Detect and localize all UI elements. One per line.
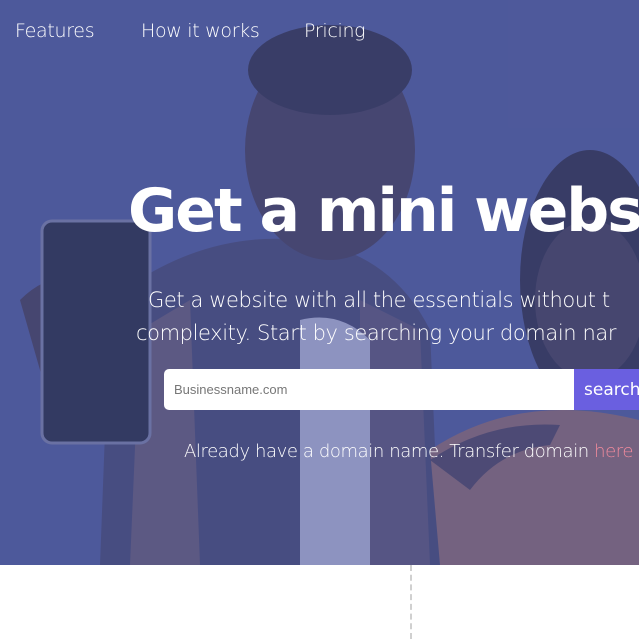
hero-subtitle: Get a website with all the essentials wi…: [136, 284, 616, 350]
hero-subtitle-line-2: complexity. Start by searching your doma…: [136, 321, 617, 345]
content-section: [0, 565, 639, 639]
nav-link-pricing[interactable]: Pricing: [304, 20, 366, 42]
hero-subtitle-line-1: Get a website with all the essentials wi…: [148, 288, 610, 312]
transfer-domain-text: Already have a domain name. Transfer dom…: [184, 441, 633, 462]
domain-search-input[interactable]: [164, 369, 574, 410]
hero-section: Features How it works Pricing Get a mini…: [0, 0, 639, 565]
domain-search-bar: search: [164, 369, 639, 410]
nav-link-how-it-works[interactable]: How it works: [141, 20, 260, 42]
search-button[interactable]: search: [574, 369, 639, 410]
section-divider: [410, 565, 412, 639]
hero-headline: Get a mini websit: [128, 176, 639, 246]
nav-link-features[interactable]: Features: [15, 20, 95, 42]
transfer-domain-label: Already have a domain name. Transfer dom…: [184, 441, 595, 462]
transfer-domain-link[interactable]: here: [594, 441, 633, 462]
hero-overlay: [0, 0, 639, 565]
